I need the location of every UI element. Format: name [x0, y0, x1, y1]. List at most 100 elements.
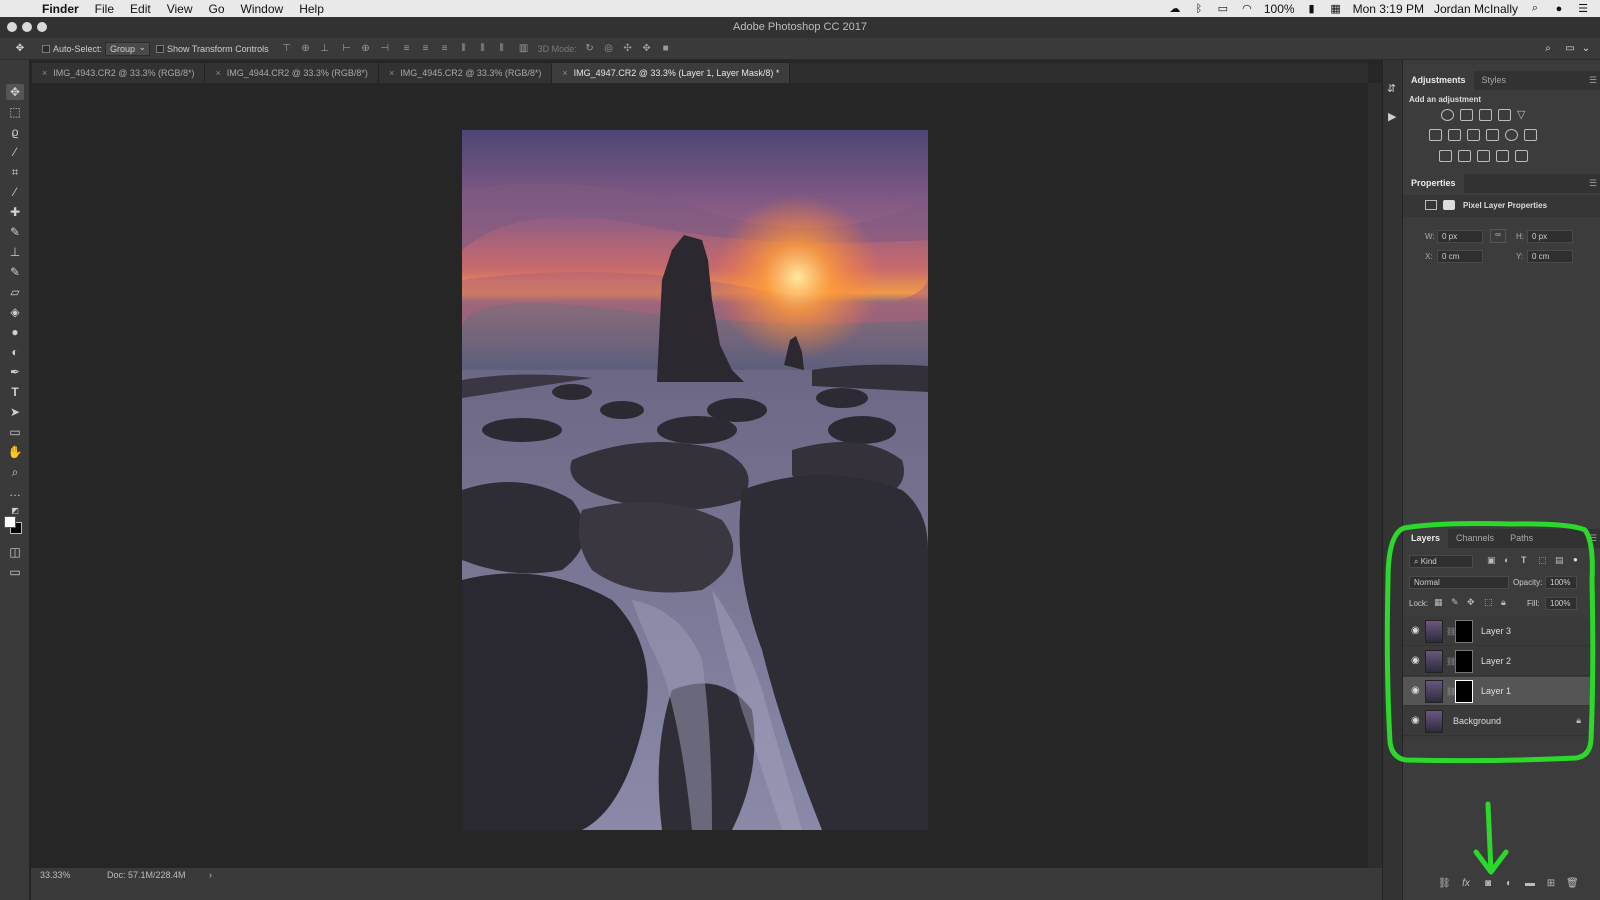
- levels-icon[interactable]: [1460, 109, 1473, 121]
- auto-align-icon[interactable]: ▥: [518, 43, 530, 55]
- brightness-contrast-icon[interactable]: [1441, 109, 1454, 121]
- new-group-folder-icon[interactable]: ▬: [1524, 878, 1536, 889]
- move-tool-icon[interactable]: ✥: [6, 84, 24, 100]
- photo-filter-icon[interactable]: [1486, 129, 1499, 141]
- black-white-icon[interactable]: [1467, 129, 1480, 141]
- menubar-user[interactable]: Jordan McInally: [1434, 2, 1518, 16]
- invert-icon[interactable]: [1439, 150, 1452, 162]
- hand-tool-icon[interactable]: ✋: [6, 444, 24, 460]
- width-field[interactable]: 0 px: [1437, 230, 1483, 243]
- healing-brush-tool-icon[interactable]: ✚: [6, 204, 24, 220]
- more-tools-icon[interactable]: …: [6, 484, 24, 500]
- tab-img-4943[interactable]: × IMG_4943.CR2 @ 33.3% (RGB/8*): [32, 63, 206, 83]
- panel-menu-icon[interactable]: ☰: [1589, 178, 1597, 189]
- distribute-left-icon[interactable]: ⫴: [458, 43, 470, 55]
- curves-icon[interactable]: [1479, 109, 1492, 121]
- 3d-pan-icon[interactable]: ✣: [622, 43, 634, 55]
- show-transform-controls-checkbox[interactable]: [156, 44, 165, 53]
- tab-styles[interactable]: Styles: [1474, 71, 1515, 90]
- menubar-clock[interactable]: Mon 3:19 PM: [1353, 2, 1424, 16]
- zoom-tool-icon[interactable]: ⌕: [6, 464, 24, 480]
- align-bottom-icon[interactable]: ⊥: [319, 43, 331, 55]
- align-vcenter-icon[interactable]: ⊕: [300, 43, 312, 55]
- pen-tool-icon[interactable]: ✒: [6, 364, 24, 380]
- display-icon[interactable]: ▦: [1329, 3, 1343, 15]
- battery-percent[interactable]: 100%: [1264, 2, 1295, 16]
- y-field[interactable]: 0 cm: [1527, 250, 1573, 263]
- siri-icon[interactable]: ●: [1552, 3, 1566, 15]
- status-menu-chevron-icon[interactable]: ›: [209, 870, 212, 880]
- hue-saturation-icon[interactable]: [1429, 129, 1442, 141]
- 3d-scale-icon[interactable]: ■: [660, 43, 672, 55]
- link-dimensions-icon[interactable]: ∞: [1490, 229, 1506, 243]
- creative-cloud-icon[interactable]: ☁: [1168, 3, 1182, 15]
- lasso-tool-icon[interactable]: ϱ: [6, 124, 24, 140]
- close-tab-icon[interactable]: ×: [562, 68, 567, 78]
- new-layer-icon[interactable]: ⊞: [1545, 878, 1557, 889]
- close-tab-icon[interactable]: ×: [389, 68, 394, 78]
- link-layers-icon[interactable]: ⛓: [1438, 878, 1451, 889]
- auto-select-checkbox[interactable]: [42, 44, 50, 53]
- apple-menu-icon[interactable]: [12, 0, 30, 17]
- quick-mask-icon[interactable]: ◫: [6, 544, 24, 560]
- auto-select-dropdown[interactable]: Group: [105, 41, 151, 56]
- move-tool-preset-icon[interactable]: ✥: [14, 43, 26, 55]
- layer-mask-icon[interactable]: [1443, 200, 1455, 210]
- menu-view[interactable]: View: [167, 2, 193, 16]
- align-top-icon[interactable]: ⊤: [281, 43, 293, 55]
- selective-color-icon[interactable]: [1496, 150, 1509, 162]
- bluetooth-icon[interactable]: ᛒ: [1192, 3, 1206, 15]
- foreground-color-swatch[interactable]: [4, 516, 16, 528]
- new-adjustment-layer-icon[interactable]: ◐: [1503, 878, 1515, 889]
- close-tab-icon[interactable]: ×: [42, 68, 47, 78]
- close-tab-icon[interactable]: ×: [215, 68, 220, 78]
- zoom-level[interactable]: 33.33%: [40, 870, 71, 880]
- align-left-icon[interactable]: ⊢: [341, 43, 353, 55]
- vibrance-icon[interactable]: ▽: [1517, 108, 1525, 121]
- notification-center-icon[interactable]: ☰: [1576, 3, 1590, 15]
- 3d-slide-icon[interactable]: ✥: [641, 43, 653, 55]
- align-hcenter-icon[interactable]: ⊕: [360, 43, 372, 55]
- screen-mode-icon[interactable]: ▭: [6, 564, 24, 580]
- tab-img-4947[interactable]: × IMG_4947.CR2 @ 33.3% (Layer 1, Layer Ma…: [552, 63, 791, 83]
- rectangle-tool-icon[interactable]: ▭: [6, 424, 24, 440]
- menu-file[interactable]: File: [95, 2, 114, 16]
- color-balance-icon[interactable]: [1448, 129, 1461, 141]
- threshold-icon[interactable]: [1477, 150, 1490, 162]
- 3d-roll-icon[interactable]: ◎: [603, 43, 615, 55]
- panel-menu-icon[interactable]: ☰: [1589, 75, 1597, 86]
- height-field[interactable]: 0 px: [1527, 230, 1573, 243]
- exposure-icon[interactable]: [1498, 109, 1511, 121]
- menu-go[interactable]: Go: [209, 2, 225, 16]
- path-selection-tool-icon[interactable]: ➤: [6, 404, 24, 420]
- brush-tool-icon[interactable]: ✎: [6, 224, 24, 240]
- properties-title[interactable]: Properties: [1403, 174, 1464, 193]
- workspace-switcher-icon[interactable]: ▭: [1564, 43, 1576, 55]
- eyedropper-tool-icon[interactable]: ⁄: [6, 184, 24, 200]
- crop-tool-icon[interactable]: ⌗: [6, 164, 24, 180]
- landscape-photo[interactable]: [462, 130, 928, 830]
- distribute-right-icon[interactable]: ⫴: [496, 43, 508, 55]
- airplay-icon[interactable]: ▭: [1216, 3, 1230, 15]
- wifi-icon[interactable]: ◠: [1240, 3, 1254, 15]
- spotlight-search-icon[interactable]: ⌕: [1528, 2, 1542, 15]
- posterize-icon[interactable]: [1458, 150, 1471, 162]
- chevron-down-icon[interactable]: ⌄: [1580, 43, 1592, 55]
- type-tool-icon[interactable]: T: [6, 384, 24, 400]
- color-lookup-icon[interactable]: [1524, 129, 1537, 141]
- zoom-window-button[interactable]: [37, 22, 47, 32]
- gradient-map-icon[interactable]: [1515, 150, 1528, 162]
- document-size[interactable]: Doc: 57.1M/228.4M: [107, 870, 186, 880]
- history-brush-tool-icon[interactable]: ✎: [6, 264, 24, 280]
- dodge-tool-icon[interactable]: ◐: [6, 344, 24, 360]
- history-panel-icon[interactable]: ⇵: [1387, 82, 1396, 95]
- minimize-window-button[interactable]: [22, 22, 32, 32]
- tab-img-4944[interactable]: × IMG_4944.CR2 @ 33.3% (RGB/8*): [205, 63, 379, 83]
- distribute-top-icon[interactable]: ≡: [401, 43, 413, 55]
- channel-mixer-icon[interactable]: [1505, 129, 1518, 141]
- menu-edit[interactable]: Edit: [130, 2, 151, 16]
- eraser-tool-icon[interactable]: ▱: [6, 284, 24, 300]
- close-window-button[interactable]: [7, 22, 17, 32]
- blur-tool-icon[interactable]: ●: [6, 324, 24, 340]
- layer-style-fx-icon[interactable]: fx: [1460, 878, 1472, 889]
